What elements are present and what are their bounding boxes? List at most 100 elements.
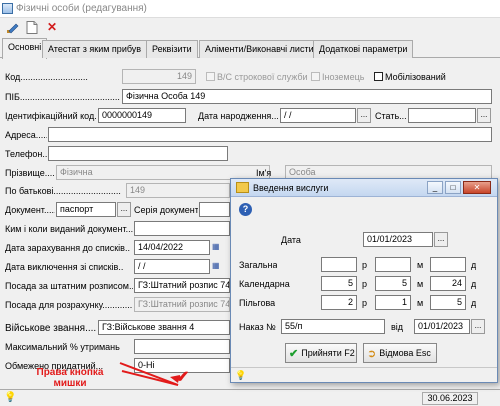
exit-icon: ➲ (367, 347, 377, 360)
enroll-date-field[interactable]: 14/04/2022 (134, 240, 210, 255)
tab-attestat[interactable]: Атестат з яким прибув (42, 40, 148, 58)
minimize-button[interactable]: _ (427, 181, 443, 194)
phone-label: Телефон......... (5, 149, 47, 159)
document-icon[interactable] (24, 19, 40, 35)
years-unit: р (362, 260, 368, 270)
total-label: Загальна (239, 260, 278, 270)
pencil-icon[interactable] (4, 19, 20, 35)
window-title: Фізичні особи (редагування) (16, 3, 147, 14)
months-unit: м (417, 260, 424, 270)
days-unit: д (471, 298, 477, 308)
preferential-years-field[interactable]: 2 (321, 295, 357, 310)
name-label: ПІБ.....................................… (5, 92, 120, 102)
calendar-icon[interactable]: ▦ (212, 242, 222, 253)
code-field[interactable]: 149 (122, 69, 196, 84)
military-service-label: В/С строкової служби (217, 72, 308, 82)
birthdate-picker-button[interactable]: ... (357, 108, 371, 123)
exclude-date-label: Дата виключення зі списків.. (5, 262, 124, 272)
cancel-label: Відмова Esc (379, 348, 431, 358)
preferential-days-field[interactable]: 5 (430, 295, 466, 310)
calc-position-field[interactable]: ГЗ:Штатний розпис 74 (134, 297, 230, 312)
military-service-checkbox[interactable] (206, 72, 215, 81)
foreigner-label: Іноземець (322, 72, 365, 82)
close-button[interactable]: ✕ (463, 181, 491, 194)
mobilized-label: Мобілізований (385, 72, 446, 82)
toolbar: ✕ (0, 18, 500, 38)
staff-position-field[interactable]: ГЗ:Штатний розпис 74 (134, 278, 230, 293)
tab-strip: Основні Атестат з яким прибув Реквізити … (0, 38, 500, 59)
foreigner-checkbox[interactable] (311, 72, 320, 81)
issued-by-field[interactable] (134, 221, 230, 236)
tab-requisites[interactable]: Реквізити (146, 40, 198, 58)
help-icon[interactable]: ? (239, 203, 252, 216)
sex-picker-button[interactable]: ... (477, 108, 491, 123)
cancel-button[interactable]: ➲ Відмова Esc (363, 343, 437, 363)
tax-id-field[interactable]: 0000000149 (98, 108, 186, 123)
calendar-icon[interactable]: ▦ (212, 261, 222, 272)
staff-position-label: Посада за штатним розписом.. (5, 281, 133, 291)
status-date: 30.06.2023 (422, 392, 478, 405)
years-unit: р (362, 279, 368, 289)
doc-series-field[interactable] (199, 202, 230, 217)
patronymic-label: По батькові........................... (5, 186, 121, 196)
total-months-field[interactable] (375, 257, 411, 272)
document-field[interactable]: паспорт (56, 202, 116, 217)
address-field[interactable] (48, 127, 492, 142)
calendar-days-field[interactable]: 24 (430, 276, 466, 291)
tab-additional[interactable]: Додаткові параметри (313, 40, 414, 58)
accept-button[interactable]: ✔ Прийняти F2 (285, 343, 357, 363)
app-icon (2, 3, 13, 14)
address-label: Адреса......... (5, 130, 47, 140)
hint-icon: 💡 (4, 392, 17, 403)
dialog-app-icon (236, 182, 249, 193)
calendar-years-field[interactable]: 5 (321, 276, 357, 291)
issued-by-label: Ким і коли виданий документ... (5, 224, 133, 234)
phone-field[interactable] (48, 146, 228, 161)
doc-series-label: Серія документа... (134, 205, 198, 215)
exclude-date-field[interactable]: / / (134, 259, 210, 274)
dialog-footer: 💡 (231, 367, 497, 383)
document-picker-button[interactable]: ... (117, 202, 131, 217)
dialog-titlebar: Введення вислуги _ □ ✕ (231, 179, 497, 197)
total-days-field[interactable] (430, 257, 466, 272)
tax-id-label: Ідентифікаційний код....... (5, 111, 97, 121)
order-field[interactable]: 55/п (281, 319, 385, 334)
tab-basic[interactable]: Основні (2, 38, 48, 59)
order-date-field[interactable]: 01/01/2023 (414, 319, 470, 334)
accept-label: Прийняти F2 (301, 348, 355, 358)
dialog-title: Введення вислуги (253, 183, 329, 193)
status-bar: 💡 30.06.2023 (0, 389, 500, 406)
service-length-dialog: Введення вислуги _ □ ✕ ? Дата 01/01/2023… (230, 178, 498, 383)
sex-label: Стать.... (375, 111, 407, 121)
rank-field[interactable]: ГЗ:Військове звання 4 (98, 320, 230, 335)
months-unit: м (417, 279, 424, 289)
days-unit: д (471, 279, 477, 289)
calc-position-label: Посада для розрахунку.............. (5, 300, 133, 310)
tab-alimony[interactable]: Аліменти/Виконавчі листи (199, 40, 320, 58)
years-unit: р (362, 298, 368, 308)
dialog-date-label: Дата (281, 235, 301, 245)
order-date-picker-button[interactable]: ... (471, 319, 485, 334)
surname-label: Прізвище......... (5, 168, 55, 178)
red-x-icon[interactable]: ✕ (44, 19, 60, 35)
patronymic-field[interactable]: 149 (126, 183, 230, 198)
maximize-button[interactable]: □ (445, 181, 461, 194)
birthdate-field[interactable]: / / (280, 108, 356, 123)
mobilized-checkbox[interactable] (374, 72, 383, 81)
order-date-label: від (391, 322, 404, 332)
preferential-label: Пільгова (239, 298, 276, 308)
dialog-date-field[interactable]: 01/01/2023 (363, 232, 433, 247)
name-field[interactable]: Фізична Особа 149 (122, 89, 492, 104)
calendar-months-field[interactable]: 5 (375, 276, 411, 291)
checkmark-icon: ✔ (176, 369, 190, 386)
preferential-months-field[interactable]: 1 (375, 295, 411, 310)
enroll-date-label: Дата зарахування до списків.. (5, 243, 130, 253)
check-icon: ✔ (289, 347, 299, 360)
order-label: Наказ № (239, 322, 276, 332)
dialog-date-picker-button[interactable]: ... (434, 232, 448, 247)
days-unit: д (471, 260, 477, 270)
months-unit: м (417, 298, 424, 308)
sex-field[interactable] (408, 108, 476, 123)
firstname-label: Ім'я (256, 168, 272, 178)
total-years-field[interactable] (321, 257, 357, 272)
